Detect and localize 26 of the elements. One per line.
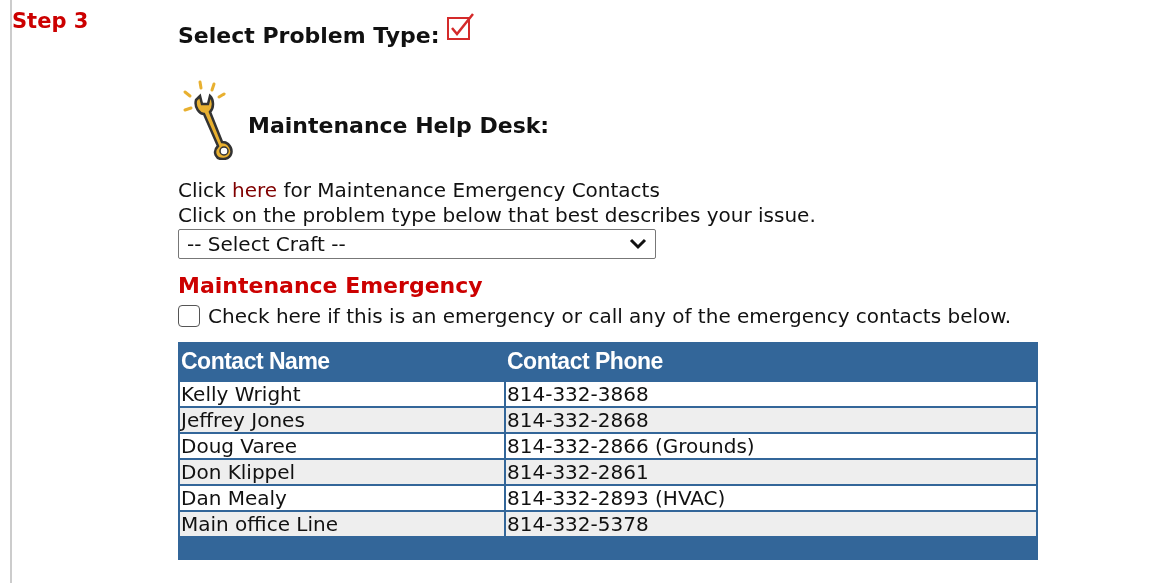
- table-cell: Main office Line: [179, 511, 505, 537]
- table-cell: 814-332-5378: [505, 511, 1037, 537]
- craft-select[interactable]: -- Select Craft --: [178, 229, 656, 259]
- table-cell: 814-332-2861: [505, 459, 1037, 485]
- column-header: Contact Name: [179, 342, 505, 381]
- checked-box-icon: [445, 12, 476, 42]
- chevron-down-icon: [629, 238, 647, 250]
- table-cell: Jeffrey Jones: [179, 407, 505, 433]
- table-cell: 814-332-2866 (Grounds): [505, 433, 1037, 459]
- column-header: Contact Phone: [505, 342, 1037, 381]
- here-link[interactable]: here: [232, 178, 278, 202]
- page-title: Select Problem Type:: [178, 23, 440, 48]
- table-cell: 814-332-2868: [505, 407, 1037, 433]
- table-cell: 814-332-3868: [505, 381, 1037, 407]
- contacts-sentence: Click here for Maintenance Emergency Contacts: [178, 178, 661, 203]
- table-cell: Doug Varee: [179, 433, 505, 459]
- instruction-text: Click on the problem type below that best describes your issue.: [178, 203, 817, 228]
- table-cell: Dan Mealy: [179, 485, 505, 511]
- table-cell: Don Klippel: [179, 459, 505, 485]
- checkbox-label: Check here if this is an emergency or call any of the emergency contacts below.: [208, 304, 1012, 328]
- section-title: Maintenance Help Desk:: [248, 113, 550, 138]
- emergency-checkbox[interactable]: [178, 305, 200, 327]
- table-cell: Kelly Wright: [179, 381, 505, 407]
- emergency-heading: Maintenance Emergency: [178, 273, 484, 298]
- table-cell: 814-332-2893 (HVAC): [505, 485, 1037, 511]
- step-label: Step 3: [12, 8, 90, 35]
